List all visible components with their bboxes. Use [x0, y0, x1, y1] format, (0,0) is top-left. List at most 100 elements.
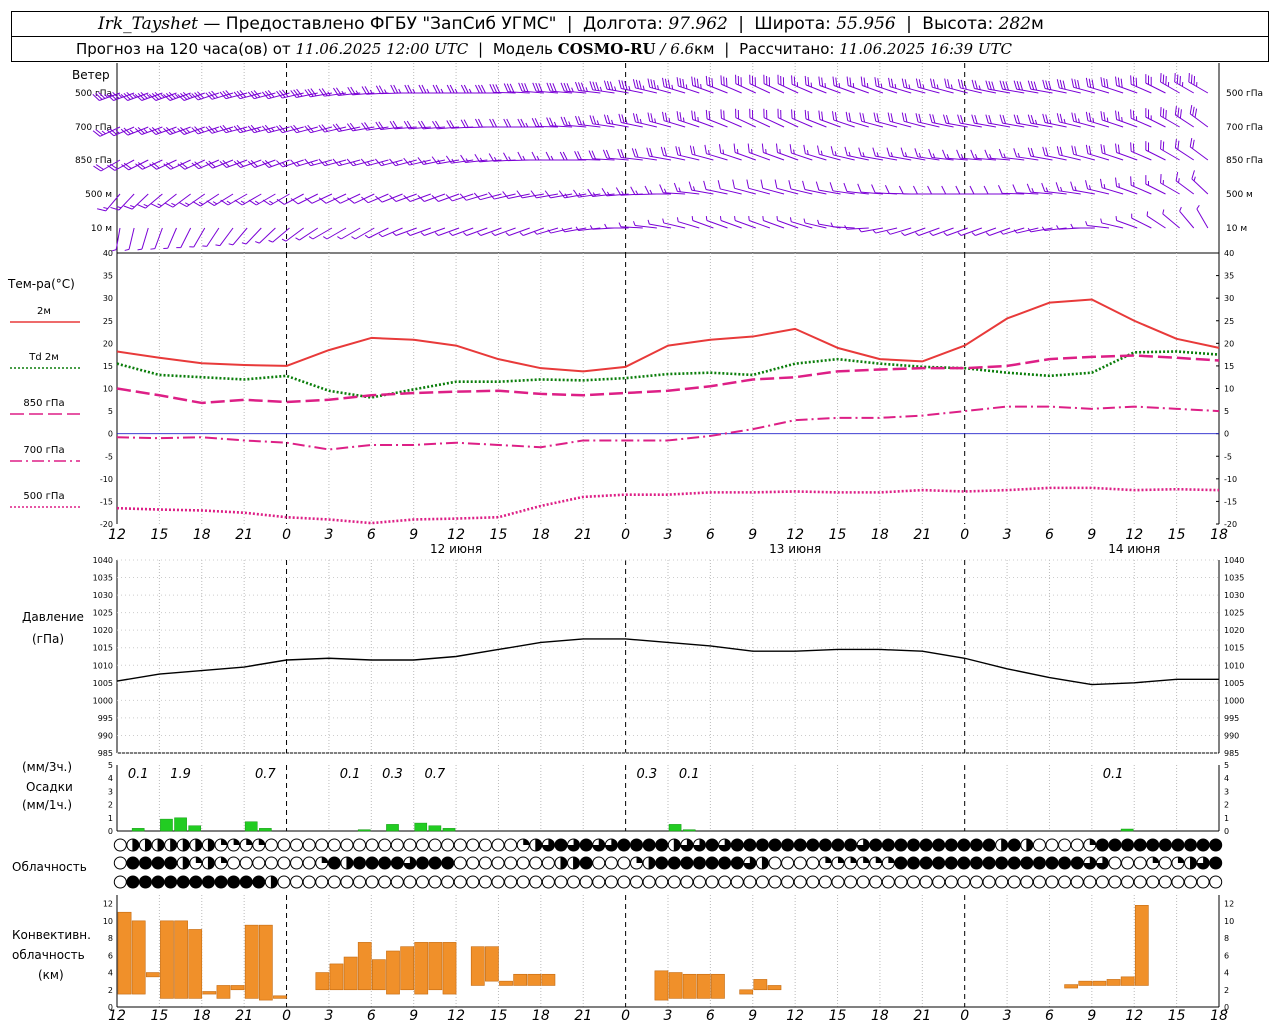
cloud-cover-fill	[819, 839, 832, 851]
conv-bar	[315, 972, 330, 991]
cloud-cover-symbol	[1184, 875, 1198, 889]
cloud-cover-symbol	[214, 875, 228, 889]
cloud-cover-circle	[353, 875, 367, 889]
cloud-cover-symbol	[755, 856, 769, 870]
wind-barb-flag	[1026, 183, 1032, 193]
cloud-cover-symbol	[365, 875, 379, 889]
cloud-cover-fill	[1008, 857, 1021, 869]
wind-barb-half	[434, 232, 439, 236]
cloud-cover-circle	[1045, 838, 1059, 852]
cloud-cover-symbol	[793, 856, 807, 870]
cloud-cover-symbol	[1171, 856, 1185, 870]
cloud-cover-symbol	[592, 875, 606, 889]
wind-barb-flag	[1085, 180, 1089, 190]
wind-barb-flag	[502, 191, 509, 199]
conv-tick-right: 4	[1224, 969, 1229, 978]
cloud-cover-symbol	[806, 875, 820, 889]
wind-barb	[163, 227, 177, 249]
cloud-cover-circle	[365, 838, 379, 852]
wind-barb-flag	[304, 89, 311, 98]
cloud-cover-circle	[718, 875, 732, 889]
wind-barb	[630, 186, 657, 196]
cloud-cover-symbol	[844, 875, 858, 889]
conv-tick-right: 2	[1224, 986, 1229, 995]
cloud-cover-fill	[416, 857, 429, 869]
cloud-cover-symbol	[1070, 875, 1084, 889]
cloud-cover-symbol	[176, 875, 190, 889]
cloud-cover-symbol	[1095, 856, 1109, 870]
cloud-cover-symbol	[642, 875, 656, 889]
cloud-cover-symbol	[630, 838, 644, 852]
conv-bar	[1078, 980, 1093, 986]
conv-bar	[753, 979, 768, 991]
wind-barb-half	[604, 223, 608, 229]
cloud-cover-symbol	[869, 856, 883, 870]
day-label: 14 июня	[1108, 542, 1160, 556]
pressure-tick-left: 995	[98, 714, 113, 723]
x-tick-label-bottom: 0	[621, 1008, 630, 1024]
wind-barb	[460, 119, 488, 129]
cloud-cover-symbol	[655, 838, 669, 852]
cloud-cover-symbol	[1171, 875, 1185, 889]
cloud-cover-symbol	[856, 856, 870, 870]
x-tick-label: 12	[1125, 527, 1143, 543]
cloud-cover-symbol	[743, 838, 757, 852]
cloud-cover-fill	[875, 857, 882, 863]
cloud-cover-symbol	[252, 856, 266, 870]
cloud-cover-symbol	[315, 838, 329, 852]
cloud-cover-symbol	[692, 838, 706, 852]
wind-barb	[1179, 206, 1195, 229]
cloud-cover-circle	[277, 875, 291, 889]
wind-barb-half	[412, 88, 416, 94]
precip-tick-right: 5	[1224, 761, 1229, 770]
cloud-cover-symbol	[995, 875, 1009, 889]
cloud-cover-circle	[944, 875, 958, 889]
cloud-cover-circle	[290, 856, 304, 870]
pressure-tick-right: 1030	[1224, 591, 1244, 600]
wind-barb-half	[691, 215, 694, 221]
cloud-cover-symbol	[818, 838, 832, 852]
cloud-cover-symbol	[541, 856, 555, 870]
wind-barb	[1160, 140, 1180, 161]
wind-barb	[830, 222, 855, 229]
cloud-cover-fill	[560, 857, 567, 869]
wind-barb-shaft	[1175, 180, 1195, 195]
wind-barb	[1013, 148, 1039, 161]
wind-barb-flag	[445, 194, 453, 202]
x-tick-label-bottom: 3	[324, 1008, 333, 1024]
wind-barb-half	[789, 217, 792, 222]
conv-bar	[470, 946, 485, 986]
wind-barb	[545, 151, 573, 161]
wind-barb-flag	[659, 184, 664, 193]
cloud-cover-fill	[145, 839, 152, 851]
cloud-cover-symbol	[441, 838, 455, 852]
cloud-cover-circle	[390, 875, 404, 889]
conv-bar	[329, 963, 344, 991]
conv-tick-left: 8	[108, 934, 113, 943]
wind-barb	[1131, 213, 1152, 229]
wind-barb-flag	[1012, 184, 1017, 193]
wind-barb-flag	[718, 144, 722, 154]
wind-barb-half	[985, 232, 990, 236]
cloud-cover-circle	[491, 838, 505, 852]
wind-barb-half	[734, 215, 736, 221]
conv-tick-right: 12	[1224, 900, 1234, 909]
cloud-cover-fill	[983, 857, 996, 869]
cloud-cover-circle	[365, 875, 379, 889]
x-tick-label-bottom: 12	[786, 1008, 804, 1024]
cloud-cover-circle	[113, 875, 127, 889]
cloud-cover-circle	[466, 875, 480, 889]
cloud-cover-circle	[428, 838, 442, 852]
cloud-cover-symbol	[390, 838, 404, 852]
wind-barb-flag	[644, 185, 650, 195]
cloud-cover-circle	[667, 875, 681, 889]
cloud-cover-fill	[643, 839, 656, 851]
cloud-cover-circle	[630, 875, 644, 889]
cloud-cover-symbol	[1032, 856, 1046, 870]
cloud-cover-fill	[894, 857, 907, 869]
cloud-cover-symbol	[327, 875, 341, 889]
wind-barb	[660, 146, 686, 161]
cloud-cover-symbol	[290, 875, 304, 889]
precip-bar	[442, 828, 456, 832]
wind-barb-flag	[1191, 170, 1195, 180]
